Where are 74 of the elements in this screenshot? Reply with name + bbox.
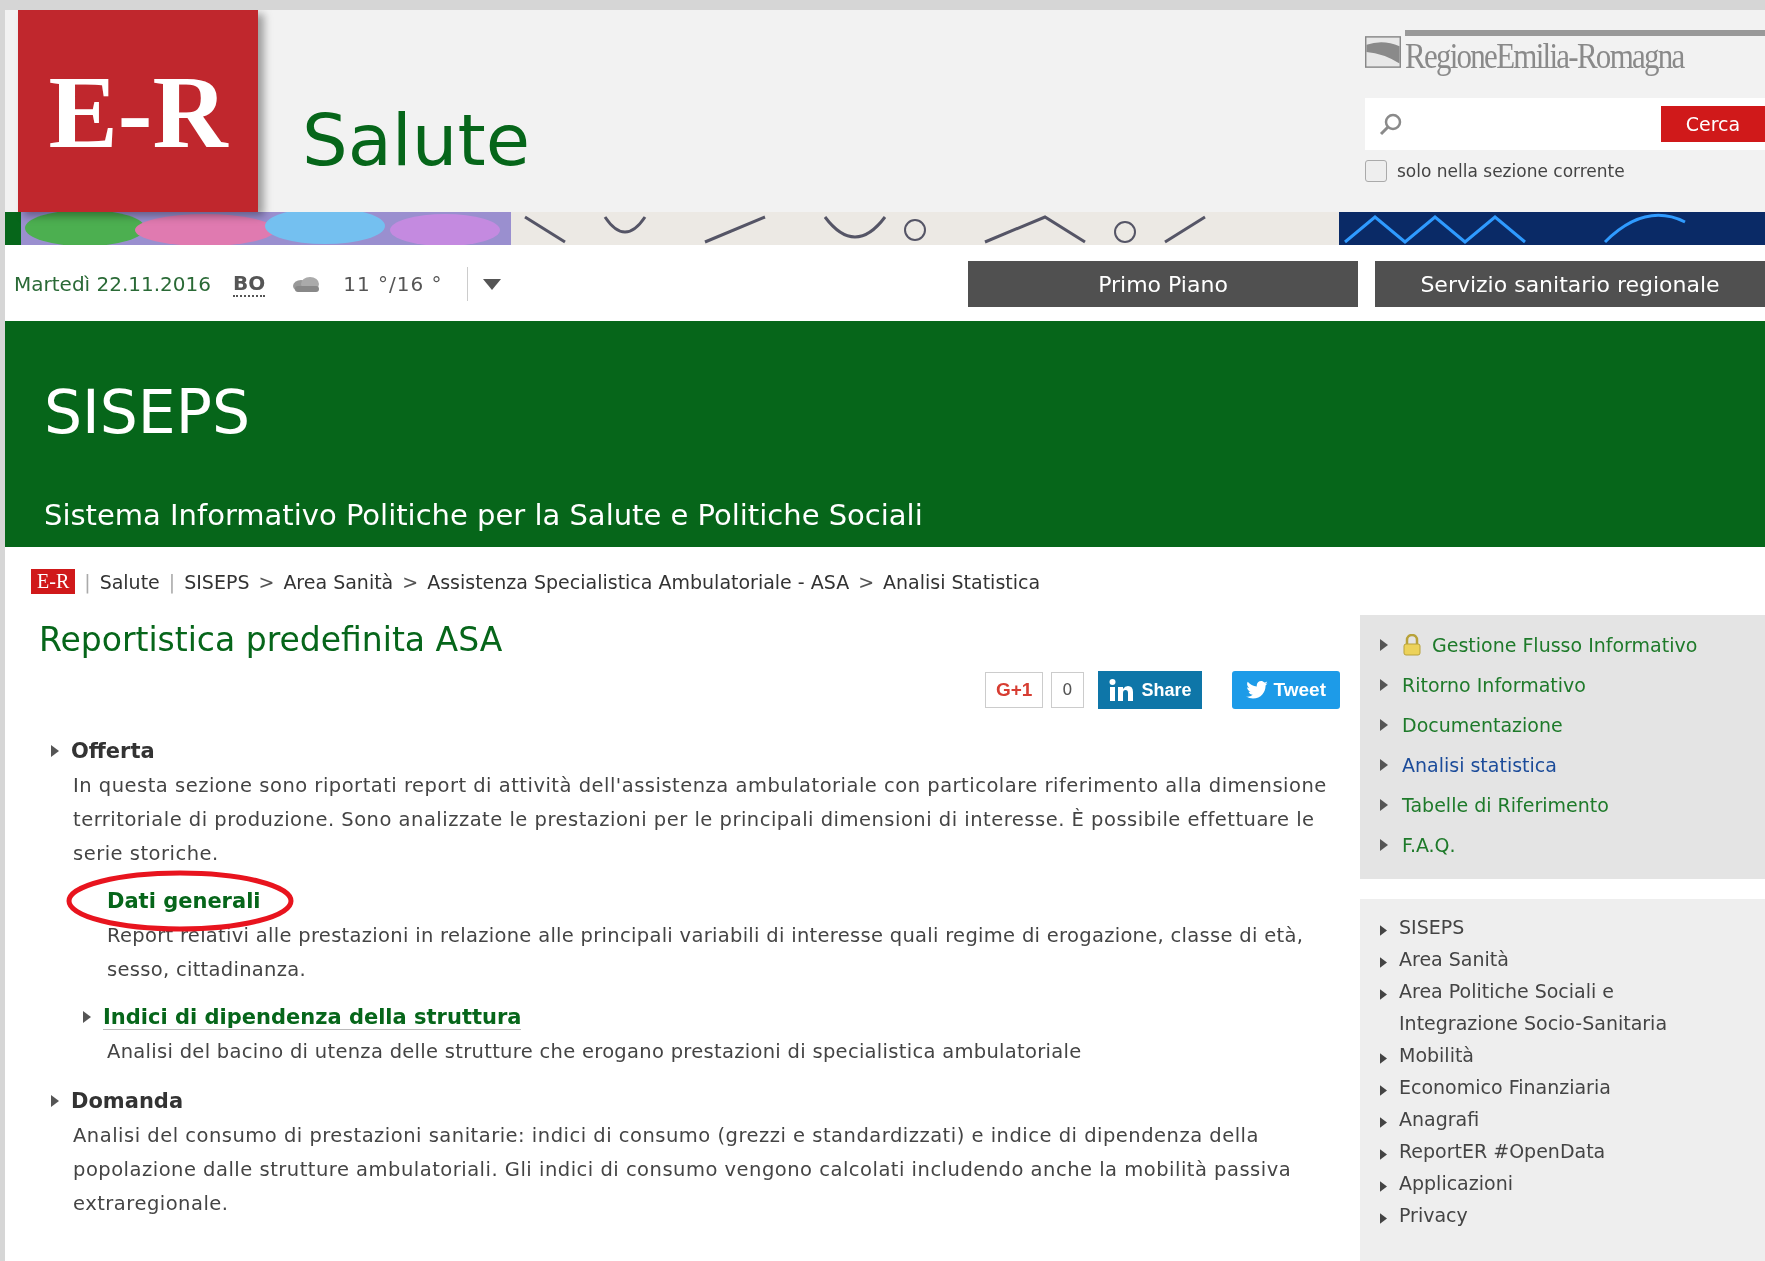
linkedin-icon [1107,679,1134,701]
sidebar-link[interactable]: Mobilità [1399,1039,1699,1071]
er-logo[interactable]: E-R [18,10,258,212]
arrow-icon [1380,1213,1387,1224]
arrow-icon [1380,925,1387,936]
cloud-icon [291,275,322,293]
arrow-icon [1380,719,1388,731]
search-icon [1379,112,1403,136]
sidebar-link[interactable]: Analisi statistica [1402,754,1557,776]
hero-subtitle: Sistema Informativo Politiche per la Salute e Politiche Sociali [44,498,924,532]
region-name: RegioneEmilia-Romagna [1405,36,1686,76]
section-description: In questa sezione sono riportati report di attività dell'assistenza ambulatoriale con particolare riferimento alla dimensione territoriale di produzione. Sono analizzate le prestazioni per le principali dimensioni di interesse. È possibile effettuare le serie storiche. [73,773,1328,867]
breadcrumb-separator: > [858,570,875,593]
page-title: Reportistica predefinita ASA [39,620,504,659]
arrow-icon [1380,1181,1387,1192]
sidebar-link[interactable]: Area Sanità [1399,943,1699,975]
search-button[interactable]: Cerca [1661,106,1765,142]
arrow-icon [1380,1149,1387,1160]
report-link[interactable]: Indici di dipendenza della struttura [103,1004,522,1030]
arrow-icon [1380,839,1388,851]
date-label: Martedì 22.11.2016 [14,272,211,296]
arrow-icon [1380,639,1388,651]
arrow-icon [51,745,59,757]
sidebar-link[interactable]: Privacy [1399,1199,1699,1231]
section-description: Analisi del consumo di prestazioni sanitarie: indici di consumo (grezzi e standardizzati) e indice di dipendenza della popolazione dalle strutture ambulatoriali. Gli indici di consumo vengono calcolati includendo anche la mobilità passiva extraregionale. [73,1123,1293,1217]
report-description: Analisi del bacino di utenza delle strutture che erogano prestazioni di specialistica ambulatoriale [107,1039,1083,1065]
section-heading[interactable]: Offerta [71,739,155,763]
sidebar-link[interactable]: F.A.Q. [1402,834,1456,856]
breadcrumb-link[interactable]: Analisi Statistica [883,570,1041,593]
arrow-icon [1380,799,1388,811]
arrow-icon [1380,759,1388,771]
nav-button[interactable]: Primo Piano [968,261,1358,307]
sidebar-link[interactable]: Tabelle di Riferimento [1402,794,1609,816]
sidebar-link[interactable]: Ritorno Informativo [1402,674,1586,696]
arrow-icon [1380,1117,1387,1128]
sidebar-link[interactable]: Documentazione [1402,714,1563,736]
checkbox-label: solo nella sezione corrente [1397,161,1625,181]
arrow-icon [1380,989,1387,1000]
breadcrumb-separator: > [402,570,419,593]
hero-title: SISEPS [44,376,252,448]
sidebar-link[interactable]: Area Politiche Sociali e Integrazione Socio-Sanitaria [1399,975,1699,1039]
city-link[interactable]: BO [233,271,266,297]
breadcrumb-link[interactable]: Area Sanità [283,570,394,593]
bird-icon [1245,681,1268,699]
breadcrumb-separator: | [84,570,91,593]
breadcrumb-separator: | [168,570,176,593]
arrow-icon [1380,679,1388,691]
breadcrumb-link[interactable]: Salute [99,570,160,593]
er-badge[interactable]: E-R [31,569,76,594]
temperature-label: 11 °/16 ° [343,272,443,296]
arrow-icon [51,1095,59,1107]
site-title: Salute [302,98,530,184]
sidebar-link[interactable]: Applicazioni [1399,1167,1699,1199]
caret-icon[interactable] [482,278,501,290]
sidebar-link[interactable]: SISEPS [1399,911,1699,943]
arrow-icon [83,1011,91,1023]
share-count: 0 [1051,672,1084,708]
scope-checkbox[interactable] [1365,160,1387,182]
nav-button[interactable]: Servizio sanitario regionale [1375,261,1765,307]
arrow-icon [1380,1053,1387,1064]
breadcrumb-link[interactable]: Assistenza Specialistica Ambulatoriale - ASA [427,570,850,593]
sidebar-link[interactable]: Anagrafi [1399,1103,1699,1135]
search-field[interactable]: Cerca [1365,98,1765,150]
arrow-icon [1380,957,1387,968]
sidebar-link[interactable]: Economico Finanziaria [1399,1071,1699,1103]
google-plus-button[interactable]: G+1 [984,672,1044,708]
breadcrumb-link[interactable]: SISEPS [184,570,250,593]
report-description: Report relativi alle prestazioni in relazione alle principali variabili di interesse quali regime di erogazione, classe di età, sesso, cittadinanza. [107,923,1305,983]
sidebar-link[interactable]: ReportER #OpenData [1399,1135,1699,1167]
breadcrumb-separator: > [258,570,275,593]
arrow-icon [1380,1085,1387,1096]
linkedin-share-button[interactable]: Share [1097,671,1202,709]
sidebar-link[interactable]: Gestione Flusso Informativo [1432,634,1698,656]
section-heading[interactable]: Domanda [71,1089,184,1113]
